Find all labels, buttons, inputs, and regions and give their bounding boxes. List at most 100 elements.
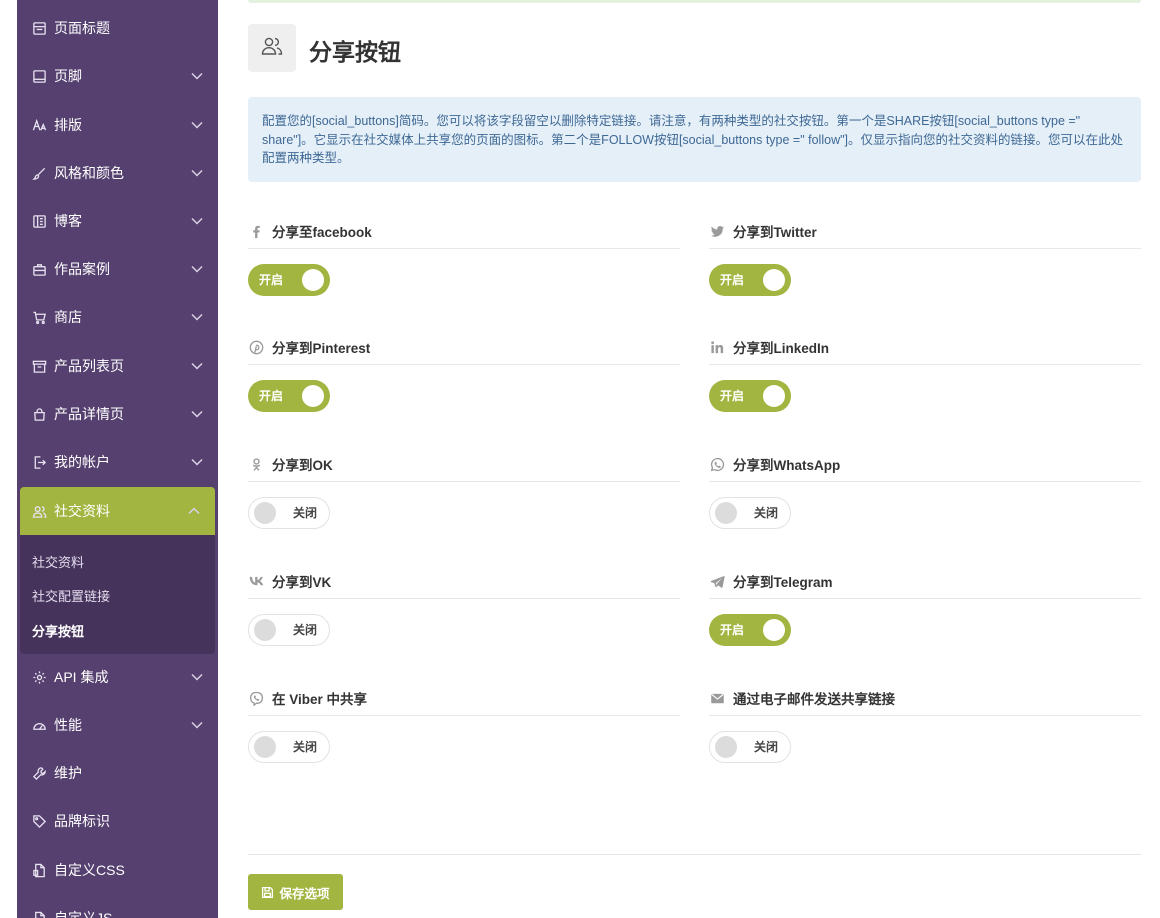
submenu-item-1[interactable]: 社交配置链接: [32, 586, 110, 605]
account-icon: [31, 454, 47, 470]
page-title-icon: [31, 20, 47, 36]
sidebar-item-label: 自定义CSS: [54, 862, 125, 878]
chevron-up-icon: [187, 504, 201, 518]
footer-icon: [31, 68, 47, 84]
field-label-text: 分享至facebook: [272, 225, 372, 240]
envelope-toggle[interactable]: 关闭: [709, 731, 791, 763]
sidebar-item-3[interactable]: 风格和颜色: [17, 149, 218, 197]
save-icon: [261, 886, 279, 899]
telegram-toggle[interactable]: 开启: [709, 614, 791, 646]
vk-toggle[interactable]: 关闭: [248, 614, 330, 646]
toggle-state-label: 开启: [720, 623, 745, 637]
sidebar-item-0[interactable]: 页面标题: [17, 4, 218, 52]
field-label: 分享至facebook: [248, 221, 372, 241]
sidebar-item-15[interactable]: 自定义CSS: [17, 846, 218, 894]
sidebar-item-16[interactable]: 自定义JS: [17, 894, 218, 918]
sidebar-item-label: 排版: [54, 117, 82, 133]
linkedin-toggle[interactable]: 开启: [709, 380, 791, 412]
toggle-knob: [254, 502, 276, 524]
sidebar-item-label: 我的帐户: [54, 454, 110, 470]
field-label: 在 Viber 中共享: [248, 688, 367, 708]
gear-icon: [31, 669, 47, 685]
left-edge: [0, 0, 17, 918]
js-file-icon: [31, 910, 47, 918]
field-label-text: 通过电子邮件发送共享链接: [733, 692, 895, 707]
sidebar-item-label: 作品案例: [54, 261, 110, 277]
divider: [248, 854, 1141, 855]
toggle-knob: [254, 736, 276, 758]
field-label-text: 分享到Telegram: [733, 575, 833, 590]
sidebar-item-10[interactable]: 社交资料: [20, 487, 215, 535]
sidebar-item-11[interactable]: API 集成: [17, 653, 218, 701]
facebook-icon: [248, 223, 264, 239]
submenu-item-0[interactable]: 社交资料: [32, 552, 84, 571]
pinterest-toggle[interactable]: 开启: [248, 380, 330, 412]
sidebar-item-4[interactable]: 博客: [17, 197, 218, 245]
field-label-text: 分享到OK: [272, 458, 333, 473]
field-label: 分享到WhatsApp: [709, 454, 840, 474]
sidebar-item-1[interactable]: 页脚: [17, 52, 218, 100]
divider: [709, 248, 1141, 249]
divider: [248, 364, 680, 365]
telegram-icon: [709, 573, 725, 589]
facebook-toggle[interactable]: 开启: [248, 264, 330, 296]
sidebar-item-2[interactable]: 排版: [17, 101, 218, 149]
save-options-label: 保存选项: [279, 886, 330, 901]
divider: [709, 598, 1141, 599]
field-label: 分享到OK: [248, 454, 333, 474]
sidebar-item-14[interactable]: 品牌标识: [17, 797, 218, 845]
sidebar: 页面标题 页脚排版风格和颜色博客作品案例商店产品列表页 产品详情页我的帐户社交资料 A…: [17, 0, 218, 918]
cart-icon: [31, 309, 47, 325]
vk-icon: [248, 573, 264, 589]
toggle-state-label: 关闭: [754, 506, 779, 520]
field-label: 分享到Telegram: [709, 571, 833, 591]
toggle-state-label: 关闭: [293, 623, 318, 637]
bag-icon: [31, 406, 47, 422]
toggle-knob: [302, 385, 324, 407]
whatsapp-toggle[interactable]: 关闭: [709, 497, 791, 529]
divider: [709, 715, 1141, 716]
toggle-state-label: 关闭: [293, 506, 318, 520]
twitter-toggle[interactable]: 开启: [709, 264, 791, 296]
chevron-down-icon: [190, 407, 204, 421]
sidebar-item-label: 自定义JS: [54, 910, 113, 918]
odnoklassniki-toggle[interactable]: 关闭: [248, 497, 330, 529]
toggle-knob: [763, 385, 785, 407]
page-title-icon-box: [248, 24, 296, 72]
viber-toggle[interactable]: 关闭: [248, 731, 330, 763]
sidebar-item-13[interactable]: 维护: [17, 749, 218, 797]
divider: [248, 715, 680, 716]
css-file-icon: [31, 862, 47, 878]
toggle-knob: [254, 619, 276, 641]
field-label-text: 分享到LinkedIn: [733, 341, 830, 356]
toggle-knob: [763, 619, 785, 641]
sidebar-item-label: 博客: [54, 213, 82, 229]
field-label: 分享到Twitter: [709, 221, 817, 241]
chevron-down-icon: [190, 69, 204, 83]
field-label: 通过电子邮件发送共享链接: [709, 688, 895, 708]
sidebar-item-9[interactable]: 我的帐户: [17, 438, 218, 486]
divider: [248, 248, 680, 249]
sidebar-item-6[interactable]: 商店: [17, 293, 218, 341]
brush-icon: [31, 165, 47, 181]
sidebar-item-5[interactable]: 作品案例: [17, 245, 218, 293]
chevron-down-icon: [190, 455, 204, 469]
sidebar-item-7[interactable]: 产品列表页: [17, 342, 218, 390]
divider: [248, 481, 680, 482]
sidebar-item-8[interactable]: 产品详情页: [17, 390, 218, 438]
chevron-down-icon: [190, 118, 204, 132]
sidebar-item-12[interactable]: 性能: [17, 701, 218, 749]
field-label-text: 分享到WhatsApp: [733, 458, 841, 473]
sidebar-item-label: 维护: [54, 765, 82, 781]
chevron-down-icon: [190, 310, 204, 324]
divider: [709, 481, 1141, 482]
sidebar-item-label: 商店: [54, 309, 82, 325]
save-options-button[interactable]: 保存选项: [248, 874, 343, 910]
sidebar-item-label: 社交资料: [54, 503, 110, 519]
twitter-icon: [709, 223, 725, 239]
viber-icon: [248, 690, 264, 706]
field-label: 分享到Pinterest: [248, 337, 370, 357]
toggle-knob: [715, 736, 737, 758]
submenu-item-2[interactable]: 分享按钮: [32, 621, 84, 640]
archive-icon: [31, 358, 47, 374]
